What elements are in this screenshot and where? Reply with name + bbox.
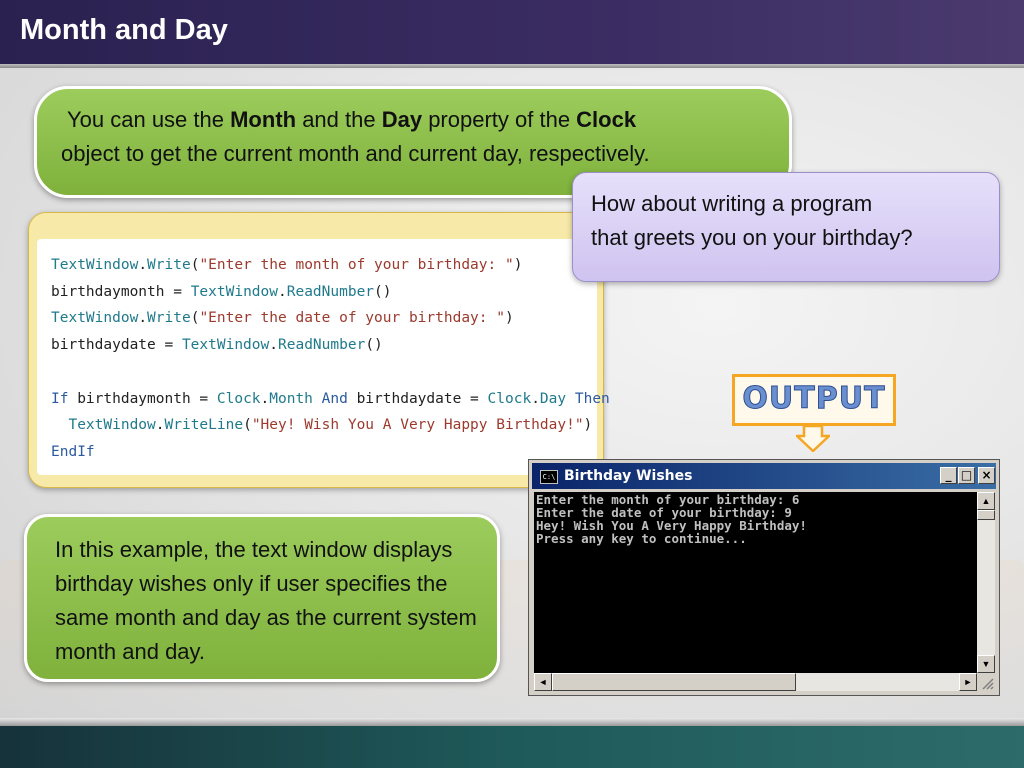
code-line: TextWindow.Write("Enter the month of you…	[51, 257, 523, 273]
output-label: OUTPUT	[742, 381, 886, 417]
close-button[interactable]: ×	[978, 467, 995, 484]
header-divider	[0, 64, 1024, 68]
code-line: TextWindow.Write("Enter the date of your…	[51, 310, 514, 326]
slide-footer	[0, 726, 1024, 768]
code-line: birthdaydate = TextWindow.ReadNumber()	[51, 337, 383, 353]
console-line: Press any key to continue...	[536, 531, 747, 546]
scroll-down-button[interactable]: ▼	[977, 655, 995, 673]
horizontal-scrollbar[interactable]: ◄ ►	[534, 673, 977, 691]
console-output[interactable]: Enter the month of your birthday: 6 Ente…	[534, 492, 977, 673]
scroll-left-button[interactable]: ◄	[534, 673, 552, 691]
explanation-callout: In this example, the text window display…	[24, 514, 500, 682]
resize-grip-icon[interactable]	[977, 673, 995, 691]
page-title: Month and Day	[20, 14, 228, 46]
slide-header: Month and Day	[0, 0, 1024, 64]
output-label-box: OUTPUT	[732, 374, 896, 426]
question-text: How about writing a program that greets …	[591, 191, 913, 250]
scroll-right-button[interactable]: ►	[959, 673, 977, 691]
console-title: Birthday Wishes	[564, 468, 693, 484]
scroll-up-button[interactable]: ▲	[977, 492, 995, 510]
code-line: TextWindow.WriteLine("Hey! Wish You A Ve…	[51, 417, 593, 433]
console-window: C:\ Birthday Wishes _ □ × Enter the mont…	[528, 459, 1000, 696]
explanation-text: In this example, the text window display…	[55, 537, 477, 664]
vertical-scroll-thumb[interactable]	[977, 510, 995, 520]
code-line: EndIf	[51, 444, 95, 460]
console-app-icon: C:\	[540, 470, 558, 484]
console-titlebar[interactable]: C:\ Birthday Wishes _ □ ×	[532, 463, 996, 489]
maximize-button[interactable]: □	[958, 467, 975, 484]
footer-divider	[0, 718, 1024, 726]
down-arrow-icon	[796, 426, 830, 452]
code-line: birthdaymonth = TextWindow.ReadNumber()	[51, 284, 392, 300]
horizontal-scroll-thumb[interactable]	[552, 673, 796, 691]
code-listing: TextWindow.Write("Enter the month of you…	[37, 239, 610, 475]
intro-text: You can use the Month and the Day proper…	[61, 107, 650, 166]
vertical-scrollbar[interactable]: ▲ ▼	[977, 492, 995, 673]
code-panel: TextWindow.Write("Enter the month of you…	[28, 212, 610, 488]
question-callout: How about writing a program that greets …	[572, 172, 1000, 282]
minimize-button[interactable]: _	[940, 467, 957, 484]
code-line: If birthdaymonth = Clock.Month And birth…	[51, 391, 610, 407]
